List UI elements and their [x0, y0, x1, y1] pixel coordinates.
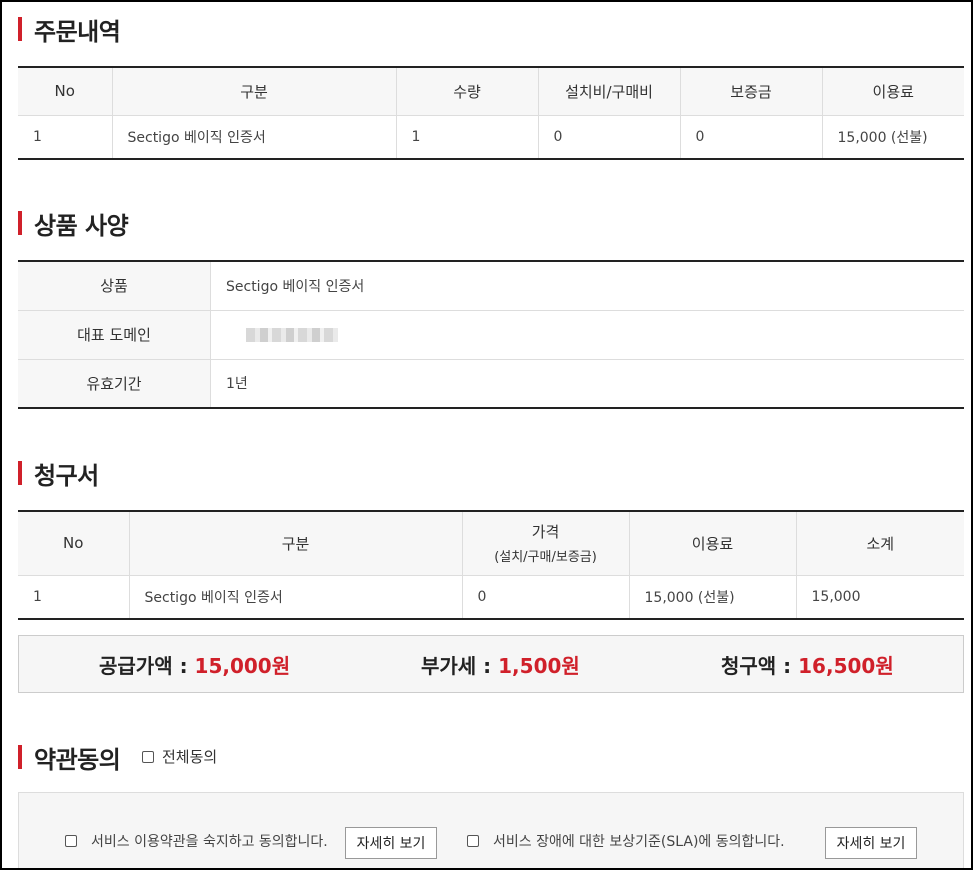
supply-value: 15,000원 — [194, 653, 291, 678]
invoice-header-row: No 구분 가격 (설치/구매/보증금) 이용료 소계 — [18, 511, 964, 576]
order-cell-install: 0 — [537, 115, 680, 159]
terms-service-detail-button[interactable]: 자세히 보기 — [345, 827, 437, 859]
order-cell-no: 1 — [33, 128, 42, 145]
order-col-install: 설치비/구매비 — [537, 67, 680, 116]
table-row: 1 Sectigo 베이직 인증서 1 0 0 15,000 (선불) — [18, 115, 964, 159]
spec-title: 상품 사양 — [34, 211, 129, 240]
invoice-col-price-sub: (설치/구매/보증금) — [494, 550, 597, 566]
terms-sla-checkbox[interactable] — [467, 835, 479, 847]
terms-service-label[interactable]: 서비스 이용약관을 숙지하고 동의합니다. — [91, 831, 328, 851]
invoice-col-category: 구분 — [128, 511, 462, 576]
agree-all-label[interactable]: 전체동의 — [162, 746, 217, 767]
invoice-cell-category: Sectigo 베이직 인증서 — [128, 575, 462, 619]
order-col-deposit: 보증금 — [679, 67, 822, 116]
invoice-title: 청구서 — [34, 461, 99, 490]
terms-service-checkbox[interactable] — [65, 835, 77, 847]
invoice-col-no: No — [18, 511, 129, 576]
total-amount: 청구액 : 16,500원 — [721, 650, 894, 679]
invoice-section-title: 청구서 — [18, 458, 99, 490]
terms-title: 약관동의 — [34, 745, 121, 774]
spec-section-title: 상품 사양 — [18, 208, 129, 240]
terms-section-title: 약관동의 — [18, 742, 121, 774]
total-value: 16,500원 — [798, 653, 894, 678]
terms-sla-detail-button[interactable]: 자세히 보기 — [825, 827, 917, 859]
title-accent-bar — [18, 211, 22, 235]
invoice-col-price: 가격 (설치/구매/보증금) — [461, 511, 629, 576]
page-frame: 주문내역 No 구분 수량 설치비/구매비 보증금 이용료 1 Sectigo … — [0, 0, 973, 870]
spec-value-domain — [210, 310, 964, 360]
vat-amount: 부가세 : 1,500원 — [421, 650, 580, 679]
spec-table: 상품 Sectigo 베이직 인증서 대표 도메인 유효기간 1년 — [18, 260, 964, 409]
invoice-cell-subtotal: 15,000 — [795, 575, 964, 619]
terms-box: 서비스 이용약관을 숙지하고 동의합니다. 자세히 보기 서비스 장애에 대한 … — [18, 792, 964, 868]
order-header-row: No 구분 수량 설치비/구매비 보증금 이용료 — [18, 67, 964, 116]
invoice-col-subtotal: 소계 — [795, 511, 964, 576]
order-cell-qty: 1 — [395, 115, 538, 159]
order-title: 주문내역 — [34, 17, 121, 46]
spec-label-product: 상품 — [18, 261, 211, 311]
order-col-category: 구분 — [111, 67, 396, 116]
agree-all[interactable]: 전체동의 — [142, 746, 217, 767]
vat-value: 1,500원 — [498, 653, 580, 678]
table-row: 유효기간 1년 — [18, 359, 964, 408]
invoice-cell-no: 1 — [33, 588, 42, 605]
supply-amount: 공급가액 : 15,000원 — [99, 650, 290, 679]
invoice-table: No 구분 가격 (설치/구매/보증금) 이용료 소계 1 Sectigo 베이… — [18, 510, 964, 620]
title-accent-bar — [18, 745, 22, 769]
table-row: 대표 도메인 — [18, 310, 964, 360]
spec-value-product: Sectigo 베이직 인증서 — [210, 261, 964, 311]
invoice-summary: 공급가액 : 15,000원 부가세 : 1,500원 청구액 : 16,500… — [18, 635, 964, 693]
order-table: No 구분 수량 설치비/구매비 보증금 이용료 1 Sectigo 베이직 인… — [18, 66, 964, 160]
title-accent-bar — [18, 17, 22, 41]
invoice-col-price-label: 가격 — [531, 523, 560, 542]
order-cell-category: Sectigo 베이직 인증서 — [111, 115, 396, 159]
terms-item-service[interactable]: 서비스 이용약관을 숙지하고 동의합니다. — [65, 831, 328, 851]
invoice-col-fee: 이용료 — [628, 511, 796, 576]
order-cell-deposit: 0 — [679, 115, 822, 159]
terms-sla-label[interactable]: 서비스 장애에 대한 보상기준(SLA)에 동의합니다. — [493, 831, 785, 851]
spec-value-period: 1년 — [226, 376, 248, 393]
total-label: 청구액 : — [721, 653, 792, 678]
table-row: 상품 Sectigo 베이직 인증서 — [18, 261, 964, 311]
order-col-fee: 이용료 — [821, 67, 964, 116]
supply-label: 공급가액 : — [99, 653, 188, 678]
spec-label-domain: 대표 도메인 — [18, 310, 211, 360]
spec-label-period: 유효기간 — [18, 359, 211, 408]
agree-all-checkbox[interactable] — [142, 750, 154, 763]
vat-label: 부가세 : — [421, 653, 492, 678]
redacted-domain — [246, 327, 338, 342]
order-section-title: 주문내역 — [18, 14, 121, 46]
invoice-cell-price: 0 — [461, 575, 629, 619]
order-col-no: No — [18, 67, 112, 116]
terms-item-sla[interactable]: 서비스 장애에 대한 보상기준(SLA)에 동의합니다. — [467, 831, 785, 851]
order-cell-fee: 15,000 (선불) — [821, 115, 964, 159]
order-col-qty: 수량 — [395, 67, 538, 116]
table-row: 1 Sectigo 베이직 인증서 0 15,000 (선불) 15,000 — [18, 575, 964, 619]
invoice-cell-fee: 15,000 (선불) — [628, 575, 796, 619]
title-accent-bar — [18, 461, 22, 485]
